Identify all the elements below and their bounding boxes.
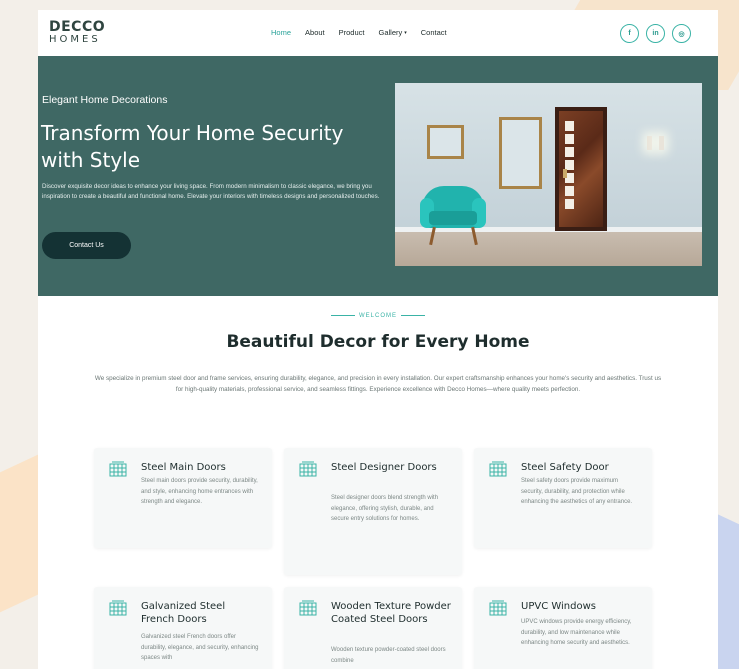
service-title: Wooden Texture Powder Coated Steel Doors [331,601,451,625]
hero-title: Transform Your Home Security with Style [41,121,344,172]
service-card[interactable]: UPVC Windows UPVC windows provide energy… [474,587,652,669]
nav-link-product[interactable]: Product [339,28,365,37]
nav-link-gallery-label: Gallery [378,28,403,37]
service-card[interactable]: Wooden Texture Powder Coated Steel Doors… [284,587,462,669]
hero-description: Discover exquisite decor ideas to enhanc… [42,183,380,200]
service-title: Galvanized Steel French Doors [141,601,226,625]
main-menu: Home About Product Gallery ▾ Contact [271,28,461,37]
hero-kicker: Elegant Home Decorations [42,94,168,106]
service-title: Steel Safety Door [521,462,609,473]
service-title: Steel Main Doors [141,462,226,473]
service-card[interactable]: Galvanized Steel French Doors Galvanized… [94,587,272,669]
image-door [555,107,607,231]
nav-link-about[interactable]: About [305,28,325,37]
section-title: Beautiful Decor for Every Home [226,332,530,352]
section-description: We specialize in premium steel door and … [94,375,662,393]
social-links: f in ◎ [620,24,691,43]
welcome-kicker: WELCOME [38,313,718,319]
service-text: Steel designer doors blend strength with… [331,495,439,522]
nav-link-contact[interactable]: Contact [421,28,447,37]
image-wall-lamp [647,136,652,150]
door-grid-icon [299,600,317,616]
door-grid-icon [489,600,507,616]
door-grid-icon [109,461,127,477]
nav-link-gallery[interactable]: Gallery ▾ [378,28,406,37]
image-door-handle [563,169,567,178]
door-grid-icon [109,600,127,616]
image-armchair-seat [429,211,477,225]
service-card[interactable]: Steel Safety Door Steel safety doors pro… [474,448,652,548]
service-text: UPVC windows provide energy efficiency, … [521,619,632,646]
chevron-down-icon: ▾ [404,29,407,36]
logo-subtext: HOMES [49,34,101,45]
logo-wordmark: DECCO [49,19,106,35]
hero-section: Elegant Home Decorations Transform Your … [38,56,718,296]
door-grid-icon [489,461,507,477]
image-frame [427,125,464,159]
image-wall-lamp [659,136,664,150]
service-card[interactable]: Steel Designer Doors Steel designer door… [284,448,462,575]
facebook-icon[interactable]: f [620,24,639,43]
service-title: Steel Designer Doors [331,462,437,473]
hero-image [395,83,702,266]
contact-us-button[interactable]: Contact Us [42,232,131,259]
service-text: Steel safety doors provide maximum secur… [521,478,633,505]
website-page: DECCO HOMES Home About Product Gallery ▾ … [38,10,718,669]
nav-link-home[interactable]: Home [271,28,291,37]
service-text: Wooden texture powder-coated steel doors… [331,647,446,664]
service-text: Steel main doors provide security, durab… [141,478,258,505]
service-card[interactable]: Steel Main Doors Steel main doors provid… [94,448,272,548]
image-floor [395,231,702,266]
logo[interactable]: DECCO HOMES [49,20,105,45]
service-title: UPVC Windows [521,601,596,612]
navbar: DECCO HOMES Home About Product Gallery ▾ … [38,10,718,56]
instagram-icon[interactable]: ◎ [672,24,691,43]
door-grid-icon [299,461,317,477]
service-text: Galvanized steel French doors offer dura… [141,634,259,661]
image-frame [499,117,542,189]
linkedin-icon[interactable]: in [646,24,665,43]
